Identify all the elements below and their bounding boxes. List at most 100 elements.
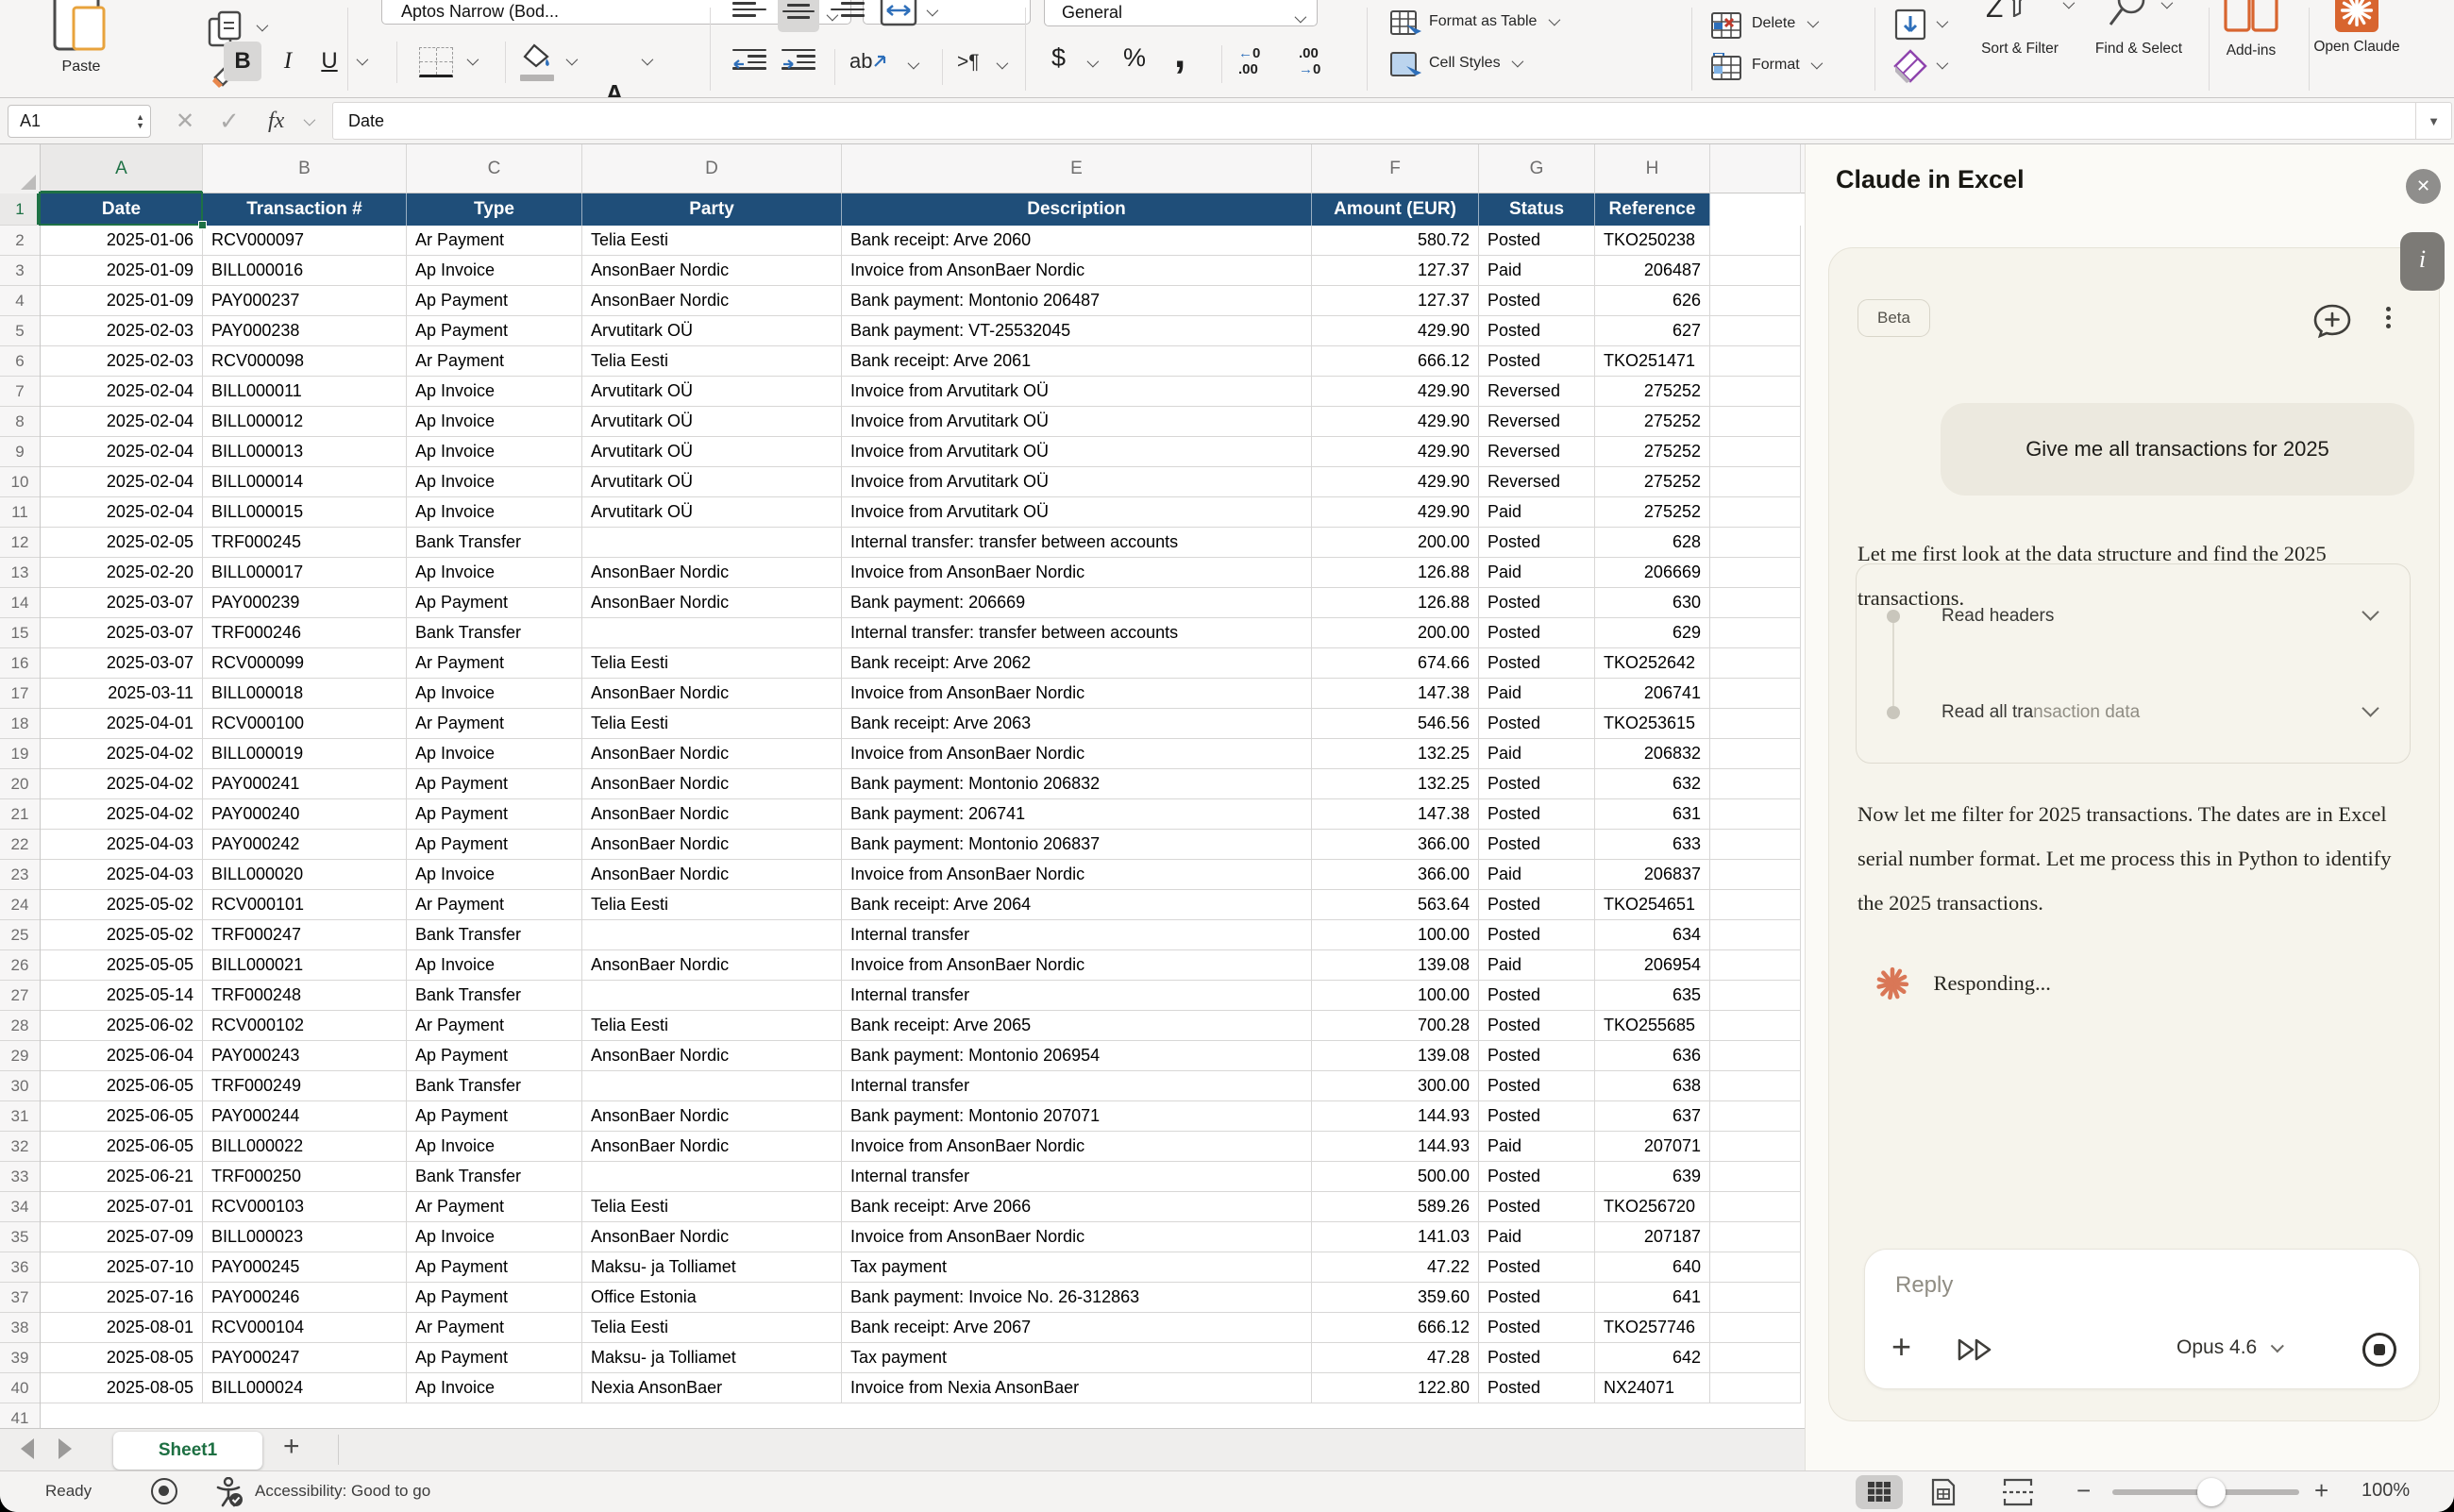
cell[interactable]: 638 [1595,1071,1710,1101]
cell[interactable]: 2025-08-05 [41,1343,203,1373]
cell[interactable]: Invoice from AnsonBaer Nordic [842,1222,1312,1252]
cell[interactable]: Posted [1479,1011,1595,1041]
cell[interactable]: Bank receipt: Arve 2066 [842,1192,1312,1222]
fx-icon[interactable]: fx [268,98,284,144]
cell[interactable]: 2025-07-01 [41,1192,203,1222]
cell[interactable]: RCV000104 [203,1313,407,1343]
cell[interactable]: 2025-05-05 [41,950,203,981]
cell[interactable]: Posted [1479,1101,1595,1132]
row-number[interactable]: 12 [0,528,40,558]
row-number[interactable]: 24 [0,890,40,920]
cell[interactable]: Invoice from AnsonBaer Nordic [842,1132,1312,1162]
cell[interactable]: 2025-01-06 [41,226,203,256]
cell[interactable]: AnsonBaer Nordic [582,860,842,890]
cell[interactable]: Telia Eesti [582,346,842,377]
cell[interactable]: NX24071 [1595,1373,1710,1403]
find-select-chevron-icon[interactable] [2161,0,2174,8]
cell[interactable]: Telia Eesti [582,890,842,920]
cell[interactable]: BILL000020 [203,860,407,890]
cell[interactable]: Maksu- ja Tolliamet [582,1252,842,1283]
cell[interactable]: Office Estonia [582,1283,842,1313]
cell[interactable]: TKO257746 [1595,1313,1710,1343]
cell[interactable]: 700.28 [1312,1011,1479,1041]
cell[interactable]: Invoice from AnsonBaer Nordic [842,679,1312,709]
cell[interactable] [1710,981,1801,1011]
zoom-slider-thumb[interactable] [2197,1478,2226,1506]
cell[interactable] [1710,1373,1801,1403]
cell[interactable]: 633 [1595,830,1710,860]
menu-kebab-icon[interactable] [2386,303,2391,332]
cell[interactable]: 47.28 [1312,1343,1479,1373]
cell[interactable]: AnsonBaer Nordic [582,1222,842,1252]
prev-sheet-icon[interactable] [21,1438,34,1459]
cell[interactable]: Ap Invoice [407,679,582,709]
cell[interactable]: Bank payment: Montonio 206954 [842,1041,1312,1071]
cell[interactable] [1710,226,1801,256]
cell[interactable]: Paid [1479,256,1595,286]
fill-handle[interactable] [198,221,207,229]
cell[interactable]: Invoice from AnsonBaer Nordic [842,739,1312,769]
cell[interactable]: Posted [1479,316,1595,346]
cell[interactable]: 2025-06-05 [41,1132,203,1162]
cell[interactable]: Ap Payment [407,830,582,860]
cell[interactable]: 144.93 [1312,1132,1479,1162]
cell[interactable]: 429.90 [1312,316,1479,346]
cell[interactable]: 2025-03-11 [41,679,203,709]
cell[interactable]: 546.56 [1312,709,1479,739]
cell[interactable]: BILL000011 [203,377,407,407]
cell[interactable]: 429.90 [1312,407,1479,437]
cell[interactable]: Arvutitark OÜ [582,467,842,497]
panel-close-icon[interactable]: ✕ [2406,169,2441,204]
cell[interactable]: 126.88 [1312,588,1479,618]
cell[interactable] [1710,618,1801,648]
confirm-formula-icon[interactable]: ✓ [219,98,240,144]
cell[interactable] [1710,467,1801,497]
cell[interactable]: Bank receipt: Arve 2061 [842,346,1312,377]
cell[interactable]: 139.08 [1312,950,1479,981]
cell[interactable]: Paid [1479,1132,1595,1162]
copy-chevron-icon[interactable] [257,20,269,32]
cell[interactable]: 639 [1595,1162,1710,1192]
cell[interactable]: Bank payment: Montonio 206487 [842,286,1312,316]
cell[interactable]: TKO254651 [1595,890,1710,920]
cell[interactable] [1710,1222,1801,1252]
cell[interactable]: BILL000015 [203,497,407,528]
cell[interactable]: Bank payment: 206669 [842,588,1312,618]
borders-chevron-icon[interactable] [467,54,479,66]
cell[interactable]: 635 [1595,981,1710,1011]
cell[interactable]: Posted [1479,1071,1595,1101]
delete-cells-icon[interactable] [1710,11,1742,40]
addins-icon[interactable] [2224,0,2278,32]
find-select-button[interactable]: Find & Select [2082,40,2195,59]
row-number[interactable]: 23 [0,860,40,890]
cell[interactable]: 2025-04-02 [41,769,203,799]
cell[interactable]: 132.25 [1312,769,1479,799]
zoom-in-icon[interactable]: + [2314,1476,2328,1505]
cell[interactable]: Posted [1479,528,1595,558]
cell[interactable]: Ar Payment [407,1011,582,1041]
cell[interactable]: 2025-06-02 [41,1011,203,1041]
cell-styles-icon[interactable] [1389,51,1421,79]
cell[interactable]: 206741 [1595,679,1710,709]
cell[interactable]: 200.00 [1312,618,1479,648]
currency-format-icon[interactable]: $ [1051,43,1066,73]
cell[interactable] [1710,316,1801,346]
cell[interactable]: Posted [1479,1313,1595,1343]
cell[interactable]: Bank payment: VT-25532045 [842,316,1312,346]
row-number[interactable]: 39 [0,1343,40,1373]
cell[interactable] [1710,679,1801,709]
cell[interactable]: 2025-06-05 [41,1071,203,1101]
cell[interactable] [1710,346,1801,377]
cell[interactable]: 132.25 [1312,739,1479,769]
cell[interactable]: Tax payment [842,1343,1312,1373]
cell[interactable]: Ar Payment [407,1313,582,1343]
cell[interactable]: Posted [1479,709,1595,739]
cell[interactable]: PAY000240 [203,799,407,830]
bold-button[interactable]: B [224,42,261,81]
cell[interactable]: Reversed [1479,377,1595,407]
row-number[interactable]: 13 [0,558,40,588]
cell[interactable] [1710,1343,1801,1373]
cell[interactable]: 666.12 [1312,346,1479,377]
cell[interactable]: 100.00 [1312,1403,1479,1428]
cell[interactable]: 200.00 [1312,528,1479,558]
